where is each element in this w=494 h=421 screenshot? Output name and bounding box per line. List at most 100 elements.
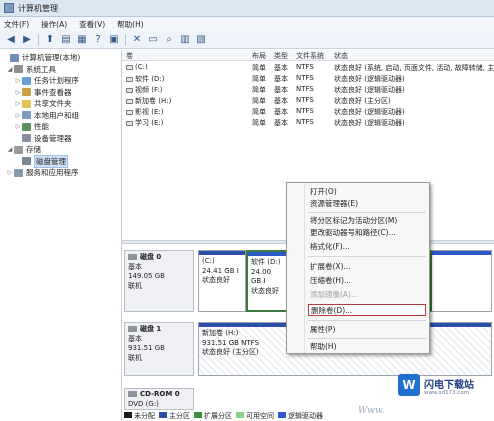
column-header-layout[interactable]: 布局 (252, 51, 266, 61)
tree-item-system-tools[interactable]: ◢ 系统工具 (0, 64, 121, 76)
column-header-filesystem[interactable]: 文件系统 (296, 51, 324, 61)
menu-separator (308, 338, 426, 339)
properties-icon[interactable]: ▦ (75, 33, 89, 47)
partition-d[interactable]: 软件 (D:) 24.00 GB I 状态良好 (246, 250, 288, 312)
legend-item: 未分配 (124, 411, 155, 421)
menu-view[interactable]: 查看(V) (79, 19, 105, 30)
legend: 未分配 主分区 扩展分区 可用空间 逻辑驱动器 (124, 411, 323, 421)
volume-icon (126, 64, 133, 70)
partition-size: 24.00 GB I (251, 267, 272, 286)
volume-filesystem: NTFS (296, 118, 314, 126)
menu-separator (308, 320, 426, 321)
menu-item-properties[interactable]: 属性(P) (308, 324, 426, 336)
tree-item-shared-folders[interactable]: ▷ 共享文件夹 (0, 98, 121, 110)
menu-file[interactable]: 文件(F) (4, 19, 29, 30)
expand-icon[interactable]: ▷ (14, 100, 22, 107)
computer-management-icon (4, 3, 14, 13)
tree-item-performance[interactable]: ▷ 性能 (0, 121, 121, 133)
partition-status: 状态良好 (251, 286, 279, 295)
table-row[interactable]: 新加卷 (H:) 简单 基本 NTFS 状态良好 (主分区) (122, 96, 494, 107)
disk-size: 149.05 GB (128, 272, 165, 280)
table-row[interactable]: 影视 (E:) 简单 基本 NTFS 状态良好 (逻辑驱动器) (122, 107, 494, 118)
title-bar: 计算机管理 (0, 0, 494, 17)
tree-item-disk-management[interactable]: 磁盘管理 (0, 154, 121, 168)
menu-action[interactable]: 操作(A) (41, 19, 67, 30)
view-icon[interactable]: ▣ (107, 33, 121, 47)
volume-type: 基本 (274, 64, 288, 72)
volume-name: 新加卷 (H:) (135, 97, 172, 105)
volume-icon (126, 98, 133, 104)
volume-name: 视频 (F:) (135, 86, 163, 94)
disk-type: DVD (G:) (128, 399, 159, 408)
legend-swatch (278, 412, 286, 418)
column-header-volume[interactable]: 卷 (126, 51, 133, 61)
tree-item-event-viewer[interactable]: ▷ 事件查看器 (0, 87, 121, 99)
search-icon[interactable]: ⌕ (162, 33, 176, 47)
disk-name: CD-ROM 0 (140, 390, 180, 398)
help-icon[interactable]: ? (91, 33, 105, 47)
volume-layout: 简单 (252, 108, 266, 116)
volume-icon (126, 87, 133, 93)
event-viewer-icon (22, 88, 31, 97)
expand-icon[interactable]: ▷ (14, 77, 22, 84)
menu-item-mark-active[interactable]: 将分区标记为活动分区(M) (308, 215, 426, 227)
expand-icon[interactable]: ▷ (6, 169, 14, 176)
volume-icon (126, 76, 133, 82)
collapse-icon[interactable]: ◢ (6, 146, 14, 153)
logical-drive-bar (248, 252, 286, 256)
expand-icon[interactable]: ▷ (14, 112, 22, 119)
table-row[interactable]: (C:) 简单 基本 NTFS 状态良好 (系统, 启动, 页面文件, 活动, … (122, 63, 494, 74)
export-icon[interactable]: ▥ (178, 33, 192, 47)
collapse-icon[interactable]: ◢ (6, 66, 14, 73)
menu-item-change-drive-letter[interactable]: 更改驱动器号和路径(C)... (308, 227, 426, 239)
storage-icon (14, 145, 23, 154)
disk-management-icon (22, 157, 31, 166)
legend-swatch (159, 412, 167, 418)
expand-icon[interactable]: ▷ (14, 123, 22, 130)
legend-label: 可用空间 (246, 412, 274, 420)
tree-item-local-users[interactable]: ▷ 本地用户和组 (0, 110, 121, 122)
volume-name: 学习 (E:) (135, 119, 164, 127)
show-tree-icon[interactable]: ▤ (59, 33, 73, 47)
up-icon[interactable]: ⬆ (43, 33, 57, 47)
disk-1-label[interactable]: 磁盘 1 基本 931.51 GB 联机 (124, 322, 194, 376)
table-row[interactable]: 软件 (D:) 简单 基本 NTFS 状态良好 (逻辑驱动器) (122, 74, 494, 85)
menu-bar: 文件(F) 操作(A) 查看(V) 帮助(H) (0, 17, 494, 31)
disk-0-label[interactable]: 磁盘 0 基本 149.05 GB 联机 (124, 250, 194, 312)
expand-icon[interactable]: ▷ (14, 89, 22, 96)
cdrom-0-label[interactable]: CD-ROM 0 DVD (G:) (124, 388, 194, 410)
menu-item-open[interactable]: 打开(O) (308, 186, 426, 198)
menu-item-extend-volume[interactable]: 扩展卷(X)... (308, 261, 426, 273)
table-row[interactable]: 学习 (E:) 简单 基本 NTFS 状态良好 (逻辑驱动器) (122, 118, 494, 129)
partition-other[interactable] (430, 250, 492, 312)
tree-item-task-scheduler[interactable]: ▷ 任务计划程序 (0, 75, 121, 87)
tree-item-device-manager[interactable]: 设备管理器 (0, 133, 121, 145)
volume-filesystem: NTFS (296, 63, 314, 71)
menu-item-help[interactable]: 帮助(H) (308, 341, 426, 353)
menu-help[interactable]: 帮助(H) (117, 19, 144, 30)
menu-item-shrink-volume[interactable]: 压缩卷(H)... (308, 275, 426, 287)
volume-filesystem: NTFS (296, 107, 314, 115)
settings-icon[interactable]: ▧ (194, 33, 208, 47)
column-header-type[interactable]: 类型 (274, 51, 288, 61)
tree-item-computer-management[interactable]: 计算机管理(本地) (0, 52, 121, 64)
volume-type: 基本 (274, 119, 288, 127)
column-header-status[interactable]: 状态 (334, 51, 348, 61)
menu-item-explore[interactable]: 资源管理器(E) (308, 198, 426, 210)
menu-gutter (287, 183, 305, 353)
logical-drive-bar (432, 251, 491, 255)
volume-status: 状态良好 (逻辑驱动器) (334, 75, 405, 83)
disk-type: 基本 (128, 262, 142, 271)
back-icon[interactable]: ◀ (4, 33, 18, 47)
forward-icon[interactable]: ▶ (20, 33, 34, 47)
partition-c[interactable]: (C:) 24.41 GB I 状态良好 (198, 250, 246, 312)
menu-item-delete-volume[interactable]: 删除卷(D)... (308, 304, 426, 316)
menu-item-format[interactable]: 格式化(F)... (308, 241, 426, 253)
open-folder-icon[interactable]: ▭ (146, 33, 160, 47)
disk-icon (128, 254, 137, 260)
delete-icon[interactable]: ✕ (130, 33, 144, 47)
device-manager-icon (22, 134, 31, 143)
table-row[interactable]: 视频 (F:) 简单 基本 NTFS 状态良好 (逻辑驱动器) (122, 85, 494, 96)
tree-item-services-apps[interactable]: ▷ 服务和应用程序 (0, 167, 121, 179)
watermark-logo-icon: W (398, 374, 420, 396)
